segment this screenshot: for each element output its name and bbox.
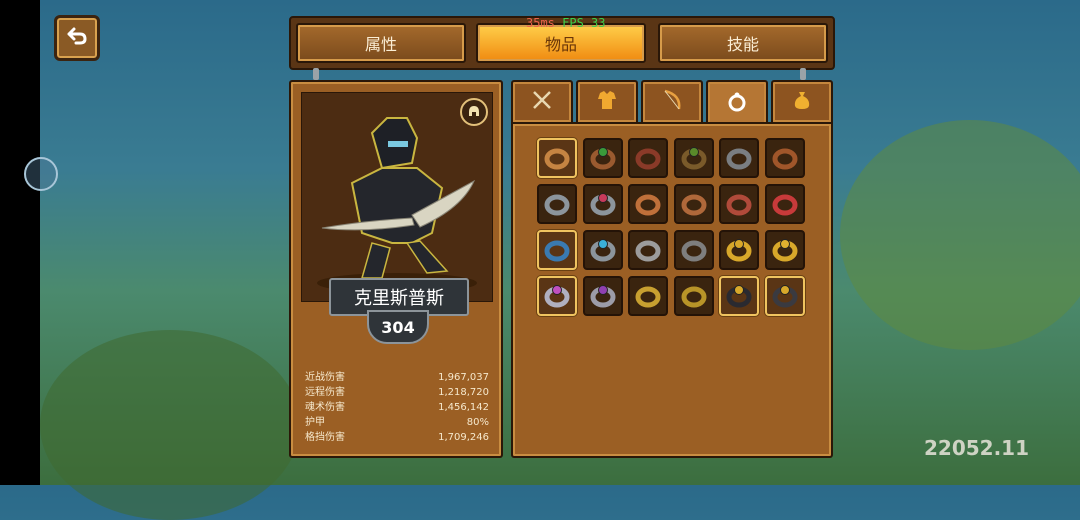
ring-icon	[726, 91, 748, 117]
ring-icon	[635, 286, 661, 308]
swords-icon	[531, 89, 553, 115]
stat-value: 1,218,720	[438, 387, 489, 398]
ping-readout: 35ms	[526, 16, 555, 30]
debug-overlay: 35ms FPS 33	[526, 16, 606, 30]
stat-value: 1,967,037	[438, 372, 489, 383]
ring-icon	[590, 147, 615, 170]
ring-icon	[772, 194, 797, 216]
ring-icon	[726, 285, 752, 308]
ring-slot[interactable]	[582, 184, 623, 224]
ring-slot[interactable]	[582, 276, 623, 316]
character-panel: 克里斯普斯 304 近战伤害 1,967,037 远程伤害 1,218,720 魂术…	[289, 80, 503, 458]
chain-right	[800, 68, 806, 80]
ring-icon	[544, 148, 570, 170]
stat-value: 1,709,246	[438, 432, 489, 443]
stat-row: 魂术伤害 1,456,142	[305, 400, 489, 415]
ring-icon	[590, 193, 615, 216]
ring-icon	[590, 285, 615, 308]
ring-icon	[635, 194, 661, 216]
ring-icon	[726, 239, 752, 262]
ring-icon	[635, 148, 661, 170]
ring-slot[interactable]	[537, 184, 577, 224]
side-indicator[interactable]	[24, 157, 58, 191]
stat-row: 近战伤害 1,967,037	[305, 370, 489, 385]
stat-row: 远程伤害 1,218,720	[305, 385, 489, 400]
ring-slot[interactable]	[628, 138, 668, 178]
knight-figure-icon	[317, 117, 477, 293]
back-arrow-icon	[66, 25, 88, 51]
fps-readout: FPS 33	[562, 16, 606, 30]
left-black-bar	[0, 0, 40, 485]
category-tab-rings[interactable]	[706, 80, 768, 128]
ring-icon	[772, 285, 797, 308]
category-tab-ranged[interactable]	[641, 80, 703, 124]
ring-icon	[544, 240, 570, 262]
ring-slot[interactable]	[628, 184, 668, 224]
stat-row: 护甲 80%	[305, 415, 489, 430]
ring-slot[interactable]	[719, 230, 759, 270]
pouch-icon	[791, 89, 813, 115]
ring-slot[interactable]	[673, 276, 714, 316]
ring-slot[interactable]	[628, 230, 668, 270]
character-level: 304	[367, 310, 429, 344]
ring-slot[interactable]	[673, 138, 714, 178]
item-panel	[511, 122, 833, 458]
ring-slot[interactable]	[537, 230, 577, 270]
ring-icon	[544, 285, 570, 308]
bow-icon	[661, 89, 683, 115]
chain-left	[313, 68, 319, 80]
ring-icon	[681, 286, 706, 308]
ring-icon	[635, 240, 661, 262]
back-button[interactable]	[54, 15, 100, 61]
ring-icon	[772, 148, 797, 170]
character-portrait	[301, 92, 493, 302]
ring-slot[interactable]	[764, 230, 805, 270]
ring-slot[interactable]	[764, 138, 805, 178]
tab-attributes[interactable]: 属性	[296, 23, 466, 63]
ring-slot[interactable]	[673, 230, 714, 270]
ring-icon	[544, 194, 570, 216]
stats-list: 近战伤害 1,967,037 远程伤害 1,218,720 魂术伤害 1,456,14…	[305, 370, 489, 445]
ring-icon	[681, 147, 706, 170]
ring-slot[interactable]	[719, 276, 759, 316]
category-tab-weapons[interactable]	[511, 80, 573, 124]
background-scenery-hill	[40, 330, 300, 520]
ring-slot[interactable]	[582, 230, 623, 270]
ring-slot[interactable]	[628, 276, 668, 316]
ring-slot[interactable]	[673, 184, 714, 224]
stat-label: 护甲	[305, 417, 325, 428]
ring-icon	[726, 194, 752, 216]
ring-icon	[681, 240, 706, 262]
gold-readout: 22052.11	[924, 436, 1030, 460]
ring-icon	[590, 239, 615, 262]
ring-slot[interactable]	[537, 138, 577, 178]
ring-icon	[681, 194, 706, 216]
stat-label: 魂术伤害	[305, 402, 345, 413]
ring-icon	[772, 239, 797, 262]
ring-slot[interactable]	[764, 276, 805, 316]
stat-label: 远程伤害	[305, 387, 345, 398]
ring-slot[interactable]	[719, 184, 759, 224]
ring-slot[interactable]	[719, 138, 759, 178]
tab-skills[interactable]: 技能	[658, 23, 828, 63]
stat-row: 格挡伤害 1,709,246	[305, 430, 489, 445]
ring-icon	[726, 148, 752, 170]
ring-slot[interactable]	[582, 138, 623, 178]
ring-slot[interactable]	[537, 276, 577, 316]
category-tab-misc[interactable]	[771, 80, 833, 124]
stat-value: 1,456,142	[438, 402, 489, 413]
helmet-toggle-button[interactable]	[460, 98, 488, 126]
stat-value: 80%	[466, 417, 489, 428]
stat-label: 近战伤害	[305, 372, 345, 383]
background-scenery	[840, 120, 1080, 350]
stat-label: 格挡伤害	[305, 432, 345, 443]
ring-slot[interactable]	[764, 184, 805, 224]
helmet-icon	[467, 103, 481, 122]
armor-icon	[596, 89, 618, 115]
category-tab-armor[interactable]	[576, 80, 638, 124]
